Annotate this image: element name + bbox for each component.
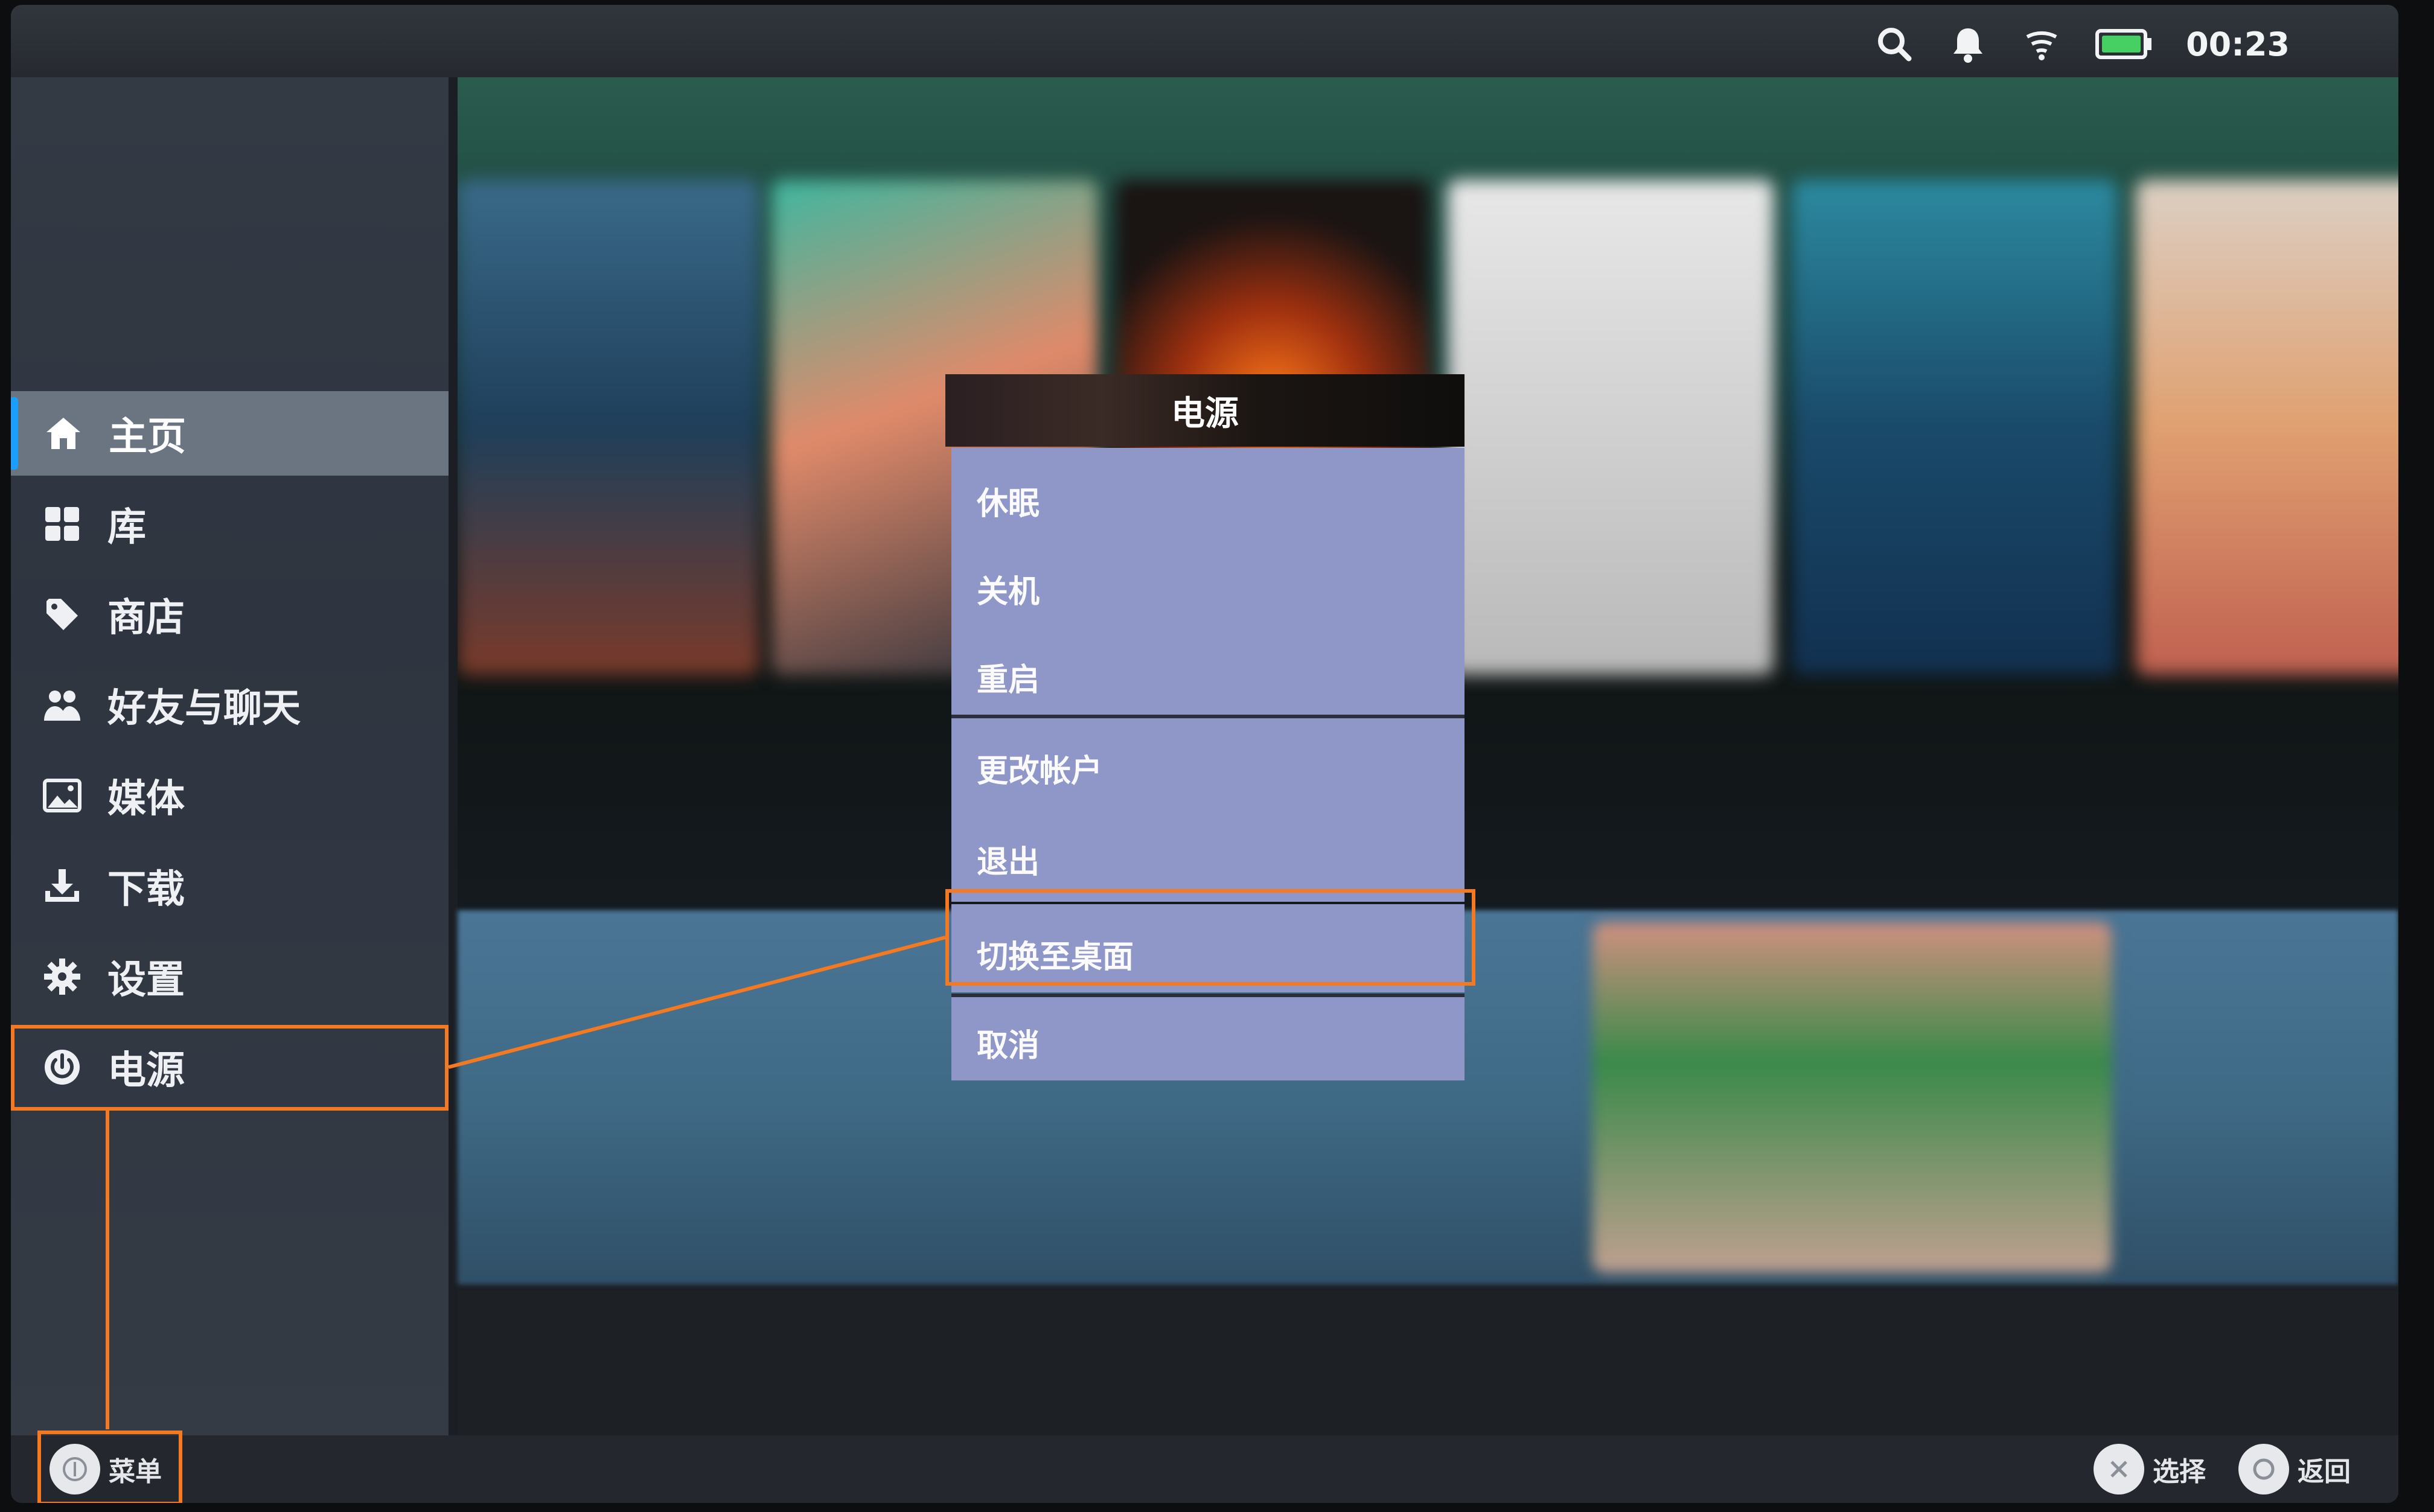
- select-button-hint[interactable]: 选择: [2094, 1444, 2206, 1494]
- back-hint-label: 返回: [2298, 1456, 2351, 1487]
- steam-button-icon: [50, 1444, 100, 1494]
- menu-button-hint[interactable]: 菜单: [50, 1444, 162, 1494]
- menu-hint-label: 菜单: [109, 1456, 162, 1487]
- back-button-hint[interactable]: 返回: [2238, 1444, 2351, 1494]
- b-button-icon: [2238, 1444, 2289, 1494]
- select-hint-label: 选择: [2153, 1456, 2206, 1487]
- steam-deck-screen: 00:23 主页 库 商店 好友与聊天 媒体 下载 设置 电源 电源 休眠 关机…: [11, 5, 2398, 1503]
- bottom-hint-bar: 菜单 选择 返回: [11, 1431, 2398, 1503]
- annotation-connector-lines: [106, 936, 946, 1429]
- highlight-box-power: [11, 1025, 449, 1111]
- highlight-box-switch-to-desktop: [945, 889, 1475, 986]
- a-button-icon: [2094, 1444, 2144, 1494]
